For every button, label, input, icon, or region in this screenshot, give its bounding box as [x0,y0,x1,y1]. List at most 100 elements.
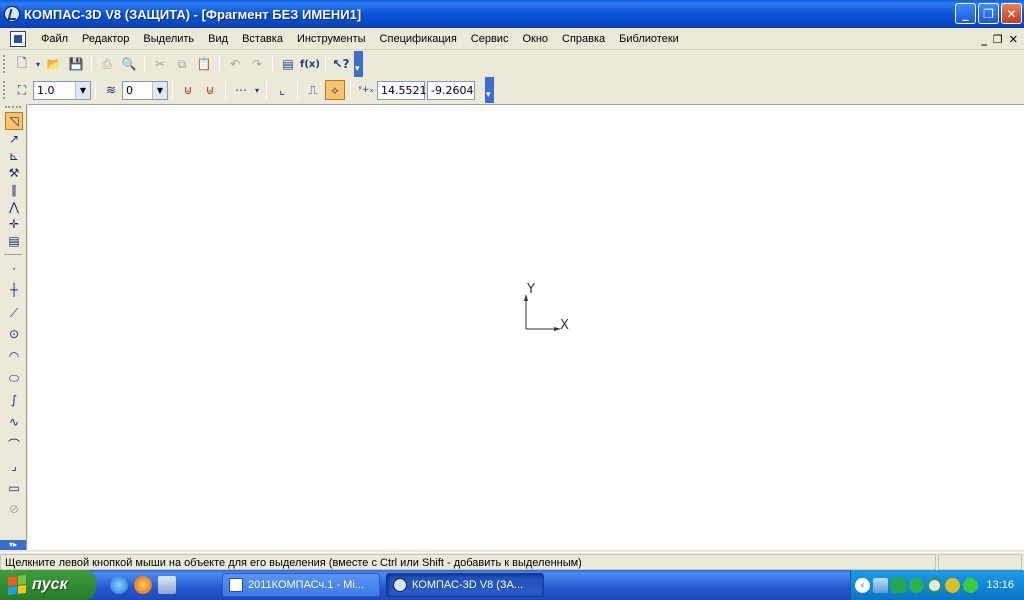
coord-y-field[interactable]: -9.2604 [427,80,475,100]
scale-icon[interactable]: ⛶ [12,80,32,100]
minimize-button[interactable]: _ [955,3,976,24]
coord-x-field[interactable]: 14.5521 [377,80,427,100]
wireless-icon[interactable] [891,577,906,593]
editing-panel-icon[interactable]: ⚒ [5,164,23,182]
grid-icon[interactable]: ⋯ [231,80,251,100]
toolbar-grip[interactable] [3,81,8,99]
clock: 13:16 [986,579,1014,591]
menu-file[interactable]: Файл [34,28,75,50]
variables-fx-icon[interactable]: f(x) [300,54,320,74]
agent-icon[interactable] [963,577,978,593]
open-folder-icon[interactable]: 📂 [44,54,64,74]
paste-icon[interactable]: 📋 [194,54,214,74]
save-icon[interactable]: 💾 [66,54,86,74]
print-preview-icon[interactable]: 🔍 [119,54,139,74]
show-desktop-icon[interactable] [158,576,176,594]
doc-restore-button[interactable]: ❐ [993,33,1003,46]
geometry-panel-icon[interactable]: ◹ [5,112,23,130]
antivirus-icon[interactable] [927,577,942,593]
network-icon[interactable] [873,577,888,593]
menu-specification[interactable]: Спецификация [373,28,464,50]
fillet-icon[interactable]: ⌒ [5,435,23,453]
redo-icon[interactable]: ↷ [247,54,267,74]
toolbar-options-button[interactable] [485,77,494,103]
title-bar[interactable]: КОМПАС-3D V8 (ЗАЩИТА) - [Фрагмент БЕЗ ИМ… [0,0,1024,28]
spline-icon[interactable]: ∿ [5,413,23,431]
restore-button[interactable]: ❐ [978,3,999,24]
toolbar-options-button[interactable]: ▾▸ [0,540,26,550]
document-window-controls: _ ❐ ✕ [981,28,1018,50]
dropdown-arrow-icon[interactable]: ▾ [34,54,42,74]
torrent-icon[interactable] [909,577,924,593]
quick-launch [110,576,176,594]
taskbar-item-word-document[interactable]: 2011КОМПАСч.1 - Mi... [222,573,380,597]
close-button[interactable]: ✕ [1001,3,1022,24]
menu-service[interactable]: Сервис [464,28,516,50]
scale-combo[interactable]: 1.0 ▼ [33,80,91,100]
doc-close-button[interactable]: ✕ [1009,33,1018,46]
spec-panel-icon[interactable]: ▤ [5,232,23,250]
start-button[interactable]: пуск [0,570,96,600]
menu-tools[interactable]: Инструменты [290,28,373,50]
segment-icon[interactable]: ⟋ [5,304,23,322]
print-icon[interactable]: ⎙ [97,54,117,74]
internet-explorer-icon[interactable] [110,576,128,594]
ellipse-icon[interactable]: ⬭ [5,369,23,387]
coord-y-value: -9.2604 [431,83,474,97]
menu-window[interactable]: Окно [515,28,555,50]
rectangle-icon[interactable]: ▭ [5,479,23,497]
firefox-icon[interactable] [134,576,152,594]
layer-combo[interactable]: 0 ▼ [122,80,168,100]
copy-icon[interactable]: ⧉ [172,54,192,74]
chamfer-icon[interactable]: ⌟ [5,457,23,475]
circle-icon[interactable]: ⊙ [5,325,23,343]
local-coordinates-icon[interactable]: ⌞ [272,80,292,100]
toolbar-grip[interactable] [5,106,21,108]
measure-panel-icon[interactable]: ⋀ [5,198,23,216]
menu-insert[interactable]: Вставка [235,28,290,50]
dimensions-panel-icon[interactable]: ↗ [5,130,23,148]
snap-magnet-icon[interactable]: ⊍ [178,80,198,100]
menu-help[interactable]: Справка [555,28,612,50]
doc-minimize-button[interactable]: _ [981,33,987,46]
undo-icon[interactable]: ↶ [225,54,245,74]
ortho-mode-icon[interactable]: ⎍ [303,80,323,100]
toolbar-grip[interactable] [3,55,8,73]
menu-select[interactable]: Выделить [136,28,201,50]
menu-libraries[interactable]: Библиотеки [612,28,686,50]
standard-toolbar: 🗋 ▾ 📂 💾 ⎙ 🔍 ✂ ⧉ 📋 ↶ ↷ ▤ f(x) ↖? [0,51,363,77]
parametrization-panel-icon[interactable]: ∥ [5,181,23,199]
toolbar-options-button[interactable] [354,51,363,77]
point-icon[interactable]: · [5,260,23,278]
coordinate-origin: Y X [524,282,569,333]
dropdown-arrow-icon[interactable]: ▾ [253,80,261,100]
drawing-canvas[interactable]: Y X [28,104,1024,550]
tray-expand-chevron-icon[interactable]: ‹ [855,577,870,593]
kompas-app-icon[interactable] [4,6,20,22]
auxiliary-line-icon[interactable]: ┼ [5,281,23,299]
chevron-down-icon[interactable]: ▼ [152,81,167,99]
start-label: пуск [32,576,68,593]
x-axis-label: X [560,318,569,333]
arc-icon[interactable]: ◠ [5,347,23,365]
speaker-icon[interactable] [945,577,960,593]
menu-view[interactable]: Вид [201,28,235,50]
layers-icon[interactable]: ≋ [101,80,121,100]
task-label: КОМПАС-3D V8 (ЗА... [412,579,524,591]
menu-editor[interactable]: Редактор [75,28,136,50]
chevron-down-icon[interactable]: ▼ [75,81,90,99]
cut-icon[interactable]: ✂ [150,54,170,74]
document-icon[interactable] [10,30,26,47]
taskbar-item-kompas[interactable]: КОМПАС-3D V8 (ЗА... [386,573,544,597]
selection-panel-icon[interactable]: ✛ [5,215,23,233]
status-bar: Щелкните левой кнопкой мыши на объекте д… [0,552,1024,570]
context-help-icon[interactable]: ↖? [331,54,351,74]
windows-logo-icon [8,575,26,595]
parametric-mode-icon[interactable]: ⟡ [325,80,345,100]
continuous-input-icon[interactable]: ∫ [5,391,23,409]
local-snap-magnet-icon[interactable]: ⊍ [200,80,220,100]
new-document-icon[interactable]: 🗋 [12,54,32,74]
symbols-panel-icon[interactable]: ⊾ [5,147,23,165]
manager-icon[interactable]: ▤ [278,54,298,74]
hatch-icon[interactable]: ⊘ [5,500,23,518]
